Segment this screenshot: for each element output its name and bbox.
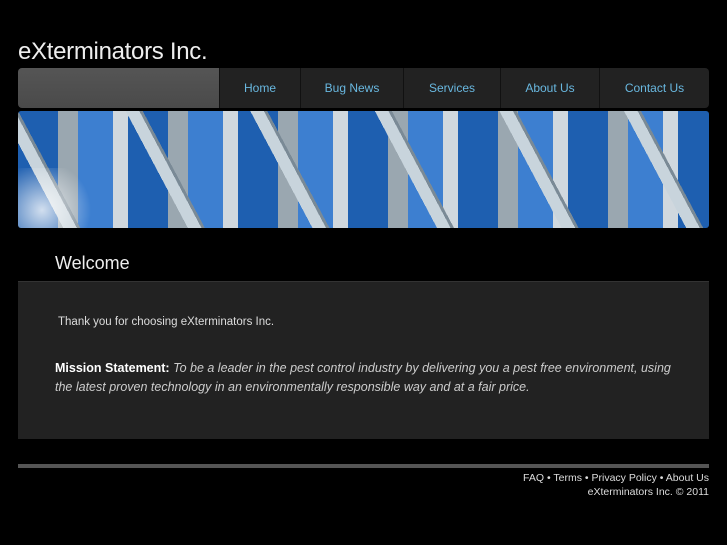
separator: •	[544, 472, 554, 484]
footer-link-faq[interactable]: FAQ	[523, 472, 544, 484]
mission-label: Mission Statement:	[55, 361, 170, 375]
footer-divider	[18, 464, 709, 468]
nav-bug-news[interactable]: Bug News	[301, 68, 404, 108]
footer: FAQ • Terms • Privacy Policy • About Us …	[523, 471, 709, 499]
site-logo: eXterminators Inc.	[18, 38, 208, 65]
banner-image	[18, 111, 709, 228]
footer-link-privacy[interactable]: Privacy Policy	[592, 472, 657, 484]
main-nav: Home Bug News Services About Us Contact …	[18, 68, 709, 108]
footer-link-terms[interactable]: Terms	[553, 472, 582, 484]
thanks-text: Thank you for choosing eXterminators Inc…	[58, 316, 275, 328]
content-panel: Thank you for choosing eXterminators Inc…	[18, 281, 709, 439]
separator: •	[656, 472, 666, 484]
nav-contact-us[interactable]: Contact Us	[600, 68, 709, 108]
nav-spacer	[18, 68, 220, 108]
nav-home[interactable]: Home	[220, 68, 301, 108]
nav-services[interactable]: Services	[404, 68, 501, 108]
footer-link-about[interactable]: About Us	[666, 472, 709, 484]
mission-statement: Mission Statement: To be a leader in the…	[55, 359, 685, 397]
page-title: Welcome	[55, 253, 130, 273]
separator: •	[581, 472, 592, 484]
copyright: eXterminators Inc. © 2011	[587, 486, 709, 498]
nav-about-us[interactable]: About Us	[501, 68, 600, 108]
